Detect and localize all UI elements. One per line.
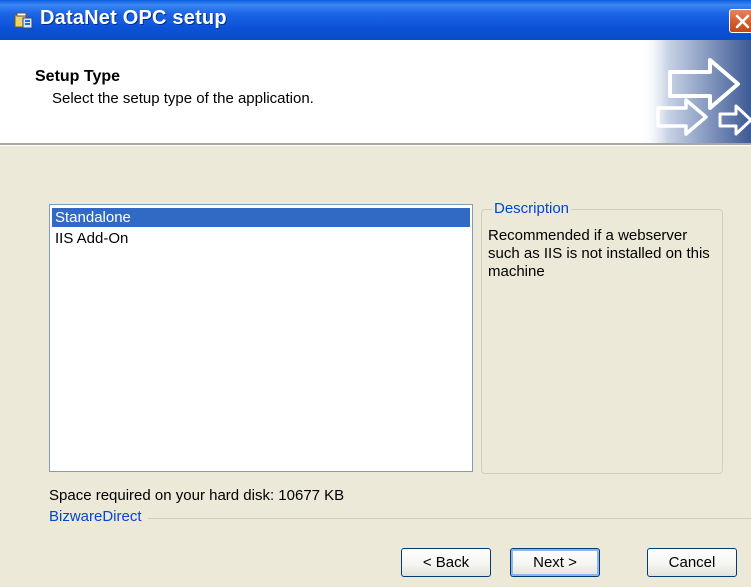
setup-package-icon — [14, 12, 33, 29]
list-item-iis-add-on[interactable]: IIS Add-On — [52, 229, 470, 248]
disk-space-label: Space required on your hard disk: 10677 … — [49, 487, 345, 504]
setup-window: DataNet OPC setup Setup Type Select the … — [0, 0, 751, 587]
back-button[interactable]: < Back — [401, 548, 491, 577]
branding-label: BizwareDirect — [49, 508, 145, 525]
cancel-button[interactable]: Cancel — [647, 548, 737, 577]
title-bar[interactable]: DataNet OPC setup — [0, 0, 751, 40]
setup-type-list[interactable]: Standalone IIS Add-On — [49, 204, 473, 472]
header-divider — [0, 143, 751, 146]
arrows-graphic — [640, 40, 751, 143]
page-title: Setup Type — [35, 68, 121, 85]
branding-divider — [148, 518, 751, 519]
page-subtitle: Select the setup type of the application… — [52, 90, 314, 107]
header-banner: Setup Type Select the setup type of the … — [0, 40, 751, 143]
window-title: DataNet OPC setup — [40, 7, 227, 29]
next-button[interactable]: Next > — [510, 548, 600, 577]
close-icon — [735, 14, 750, 29]
description-text: Recommended if a webserver such as IIS i… — [488, 227, 710, 280]
description-legend: Description — [492, 200, 572, 217]
close-button[interactable] — [729, 9, 751, 33]
list-item-standalone[interactable]: Standalone — [52, 208, 470, 227]
